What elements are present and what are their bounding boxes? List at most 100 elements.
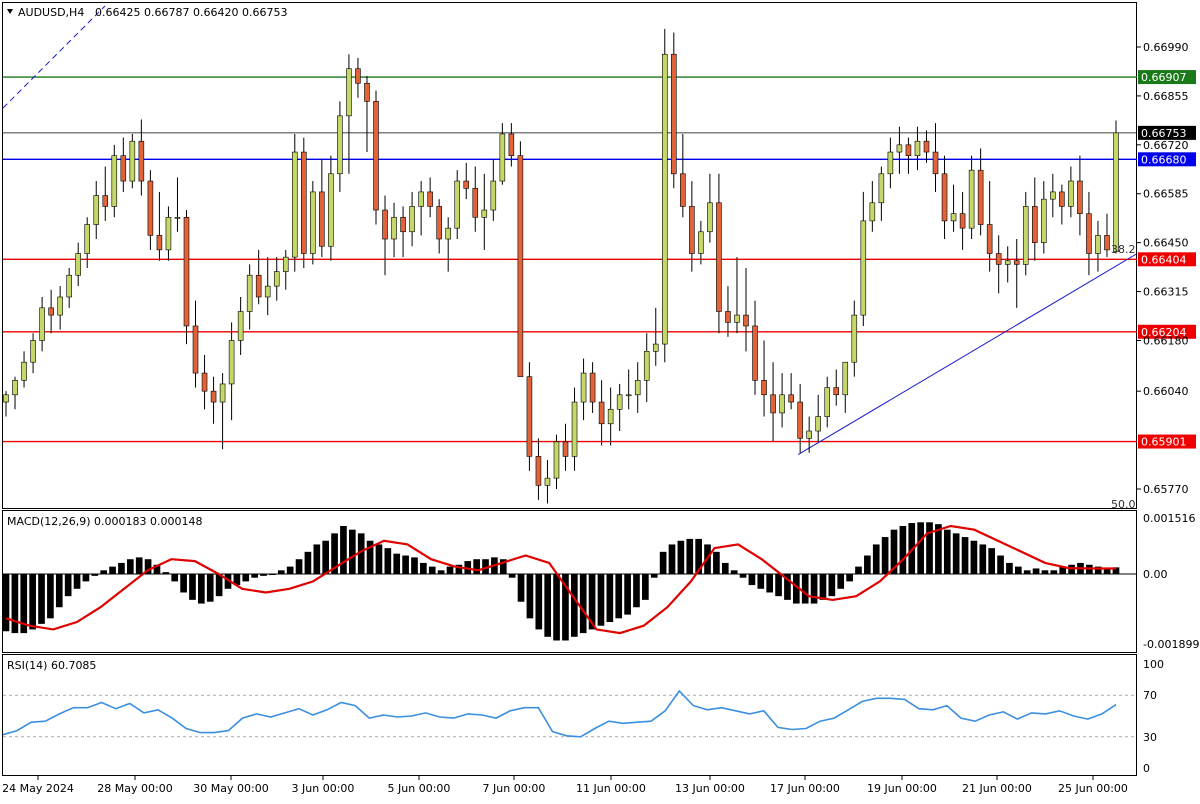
macd-bar-82	[730, 570, 738, 574]
macd-bar-97	[864, 555, 871, 574]
candle-body-75	[680, 173, 686, 207]
chart-svg[interactable]: 0.669070.666800.664040.662040.659010.667…	[0, 0, 1200, 800]
macd-bar-49	[437, 570, 445, 574]
candle-body-74	[671, 53, 677, 175]
time-tick-label-4: 5 Jun 00:00	[388, 782, 451, 795]
macd-bar-45	[402, 555, 409, 574]
macd-bar-99	[881, 537, 889, 574]
candle-body-109	[986, 224, 993, 254]
candle-body-31	[282, 256, 289, 272]
macd-bar-116	[1032, 568, 1040, 574]
macd-bar-15	[135, 557, 143, 574]
price-tick-label-4: 0.66450	[1143, 237, 1189, 250]
macd-bar-93	[828, 574, 836, 597]
candle-body-20	[183, 216, 190, 327]
candle-body-24	[219, 383, 226, 403]
candle-body-59	[535, 456, 542, 486]
candle-body-42	[382, 209, 388, 240]
time-tick-label-2: 30 May 00:00	[193, 782, 268, 795]
macd-bar-68	[606, 574, 614, 623]
macd-bar-1	[11, 574, 19, 634]
candle-body-41	[373, 101, 379, 211]
macd-bar-65	[579, 574, 587, 634]
candle-body-115	[1041, 198, 1047, 243]
macd-bar-110	[979, 544, 987, 574]
macd-bar-57	[508, 574, 516, 578]
macd-bar-21	[189, 574, 196, 600]
macd-bar-101	[899, 525, 907, 574]
candle-body-26	[237, 311, 244, 341]
macd-bar-33	[295, 559, 303, 574]
price-tick-label-7: 0.66040	[1143, 385, 1189, 398]
candle-body-58	[526, 376, 533, 457]
macd-bar-83	[739, 574, 747, 578]
price-tick-label-2: 0.66720	[1143, 139, 1189, 152]
candle-body-0	[3, 394, 9, 403]
candle-body-73	[661, 53, 668, 345]
macd-bar-96	[855, 566, 862, 574]
candle-body-44	[400, 216, 406, 233]
macd-bar-19	[171, 574, 179, 582]
candle-body-5	[48, 307, 54, 316]
candle-body-71	[643, 351, 650, 381]
macd-title: MACD(12,26,9) 0.000183 0.000148	[7, 515, 203, 528]
macd-bar-86	[766, 574, 774, 593]
chart-header: AUDUSD,H4 0.66425 0.66787 0.66420 0.6675…	[7, 6, 287, 19]
macd-bar-72	[642, 574, 649, 600]
macd-bar-117	[1041, 570, 1049, 574]
candle-body-64	[580, 372, 587, 403]
candle-body-79	[716, 202, 722, 312]
candle-body-7	[66, 274, 72, 298]
candle-body-62	[562, 441, 569, 457]
macd-bar-90	[801, 574, 809, 604]
candle-body-23	[210, 390, 217, 403]
candle-body-119	[1077, 180, 1083, 214]
candle-body-98	[887, 151, 894, 175]
macd-tick-label-2: -0.001899	[1143, 638, 1199, 651]
macd-bar-48	[428, 566, 436, 574]
candle-body-1	[12, 380, 18, 396]
chart-window[interactable]: 0.66907 0.66680 0.66404 0.66204 0.65901 0.667…	[0, 0, 1200, 800]
candle-body-55	[499, 133, 506, 182]
macd-bar-108	[961, 537, 969, 574]
candle-body-16	[147, 180, 154, 236]
candle-body-12	[111, 155, 118, 207]
price-tick-label-1: 0.66855	[1143, 90, 1189, 103]
candle-body-123	[1113, 132, 1119, 252]
rsi-tick-label-1: 70	[1143, 689, 1157, 702]
macd-bar-120	[1068, 564, 1075, 574]
time-tick-label-10: 21 Jun 00:00	[962, 782, 1032, 795]
macd-bar-46	[411, 557, 418, 574]
macd-bar-81	[721, 562, 729, 574]
candle-body-46	[418, 191, 424, 207]
level-label-2: 0.66404	[1141, 253, 1187, 266]
macd-bar-64	[570, 574, 578, 637]
candle-body-69	[625, 394, 632, 397]
candle-body-27	[246, 274, 253, 312]
candle-body-2	[21, 361, 27, 381]
macd-bar-112	[997, 555, 1004, 574]
macd-bar-107	[952, 533, 960, 574]
candle-body-96	[869, 202, 876, 222]
macd-bar-6	[55, 574, 63, 608]
candle-body-68	[616, 394, 623, 410]
time-tick-label-8: 17 Jun 00:00	[770, 782, 840, 795]
candle-body-54	[490, 180, 497, 211]
candle-body-4	[39, 307, 45, 341]
candle-body-99	[896, 144, 903, 153]
candle-body-80	[725, 311, 731, 323]
candle-body-72	[652, 343, 659, 352]
macd-bar-71	[633, 574, 640, 608]
candle-body-37	[337, 115, 343, 175]
macd-bar-38	[340, 525, 347, 574]
rsi-title: RSI(14) 60.7085	[7, 659, 96, 672]
macd-bar-47	[420, 562, 427, 574]
candle-body-84	[761, 380, 767, 396]
macd-bar-29	[260, 574, 267, 576]
macd-bar-0	[2, 574, 10, 632]
candle-body-103	[932, 151, 939, 175]
candle-body-33	[301, 151, 307, 254]
macd-bar-69	[615, 574, 623, 619]
price-tick-label-0: 0.66990	[1143, 41, 1189, 54]
macd-bar-7	[64, 574, 72, 597]
